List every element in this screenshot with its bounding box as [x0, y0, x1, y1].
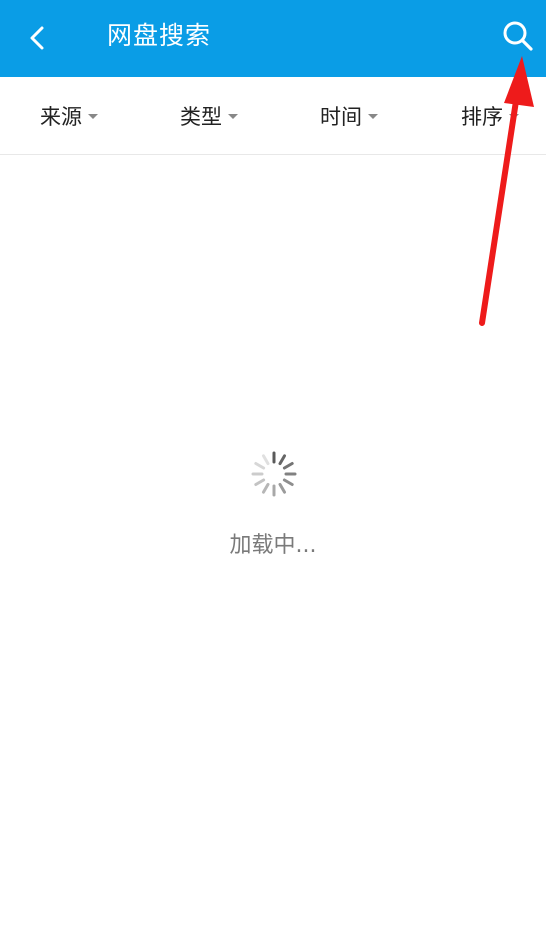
- filter-label: 排序: [461, 104, 503, 129]
- spinner-icon: [251, 451, 297, 497]
- caret-down-icon: [228, 114, 238, 119]
- filter-label: 时间: [320, 104, 362, 129]
- filter-source-dropdown[interactable]: 来源: [40, 77, 98, 154]
- filter-bar: 来源 类型 时间 排序: [0, 77, 546, 155]
- filter-sort-dropdown[interactable]: 排序: [461, 77, 519, 154]
- back-button[interactable]: [14, 14, 62, 62]
- caret-down-icon: [509, 114, 519, 119]
- caret-down-icon: [88, 114, 98, 119]
- loading-text: 加载中...: [229, 533, 317, 558]
- filter-label: 来源: [40, 104, 82, 129]
- filter-type-dropdown[interactable]: 类型: [180, 77, 238, 154]
- app-header: 网盘搜索: [0, 0, 546, 77]
- page-title: 网盘搜索: [107, 21, 212, 50]
- chevron-left-icon: [30, 26, 44, 50]
- filter-time-dropdown[interactable]: 时间: [320, 77, 378, 154]
- search-icon: [503, 21, 533, 51]
- filter-label: 类型: [180, 104, 222, 129]
- search-button[interactable]: [494, 12, 542, 60]
- caret-down-icon: [368, 114, 378, 119]
